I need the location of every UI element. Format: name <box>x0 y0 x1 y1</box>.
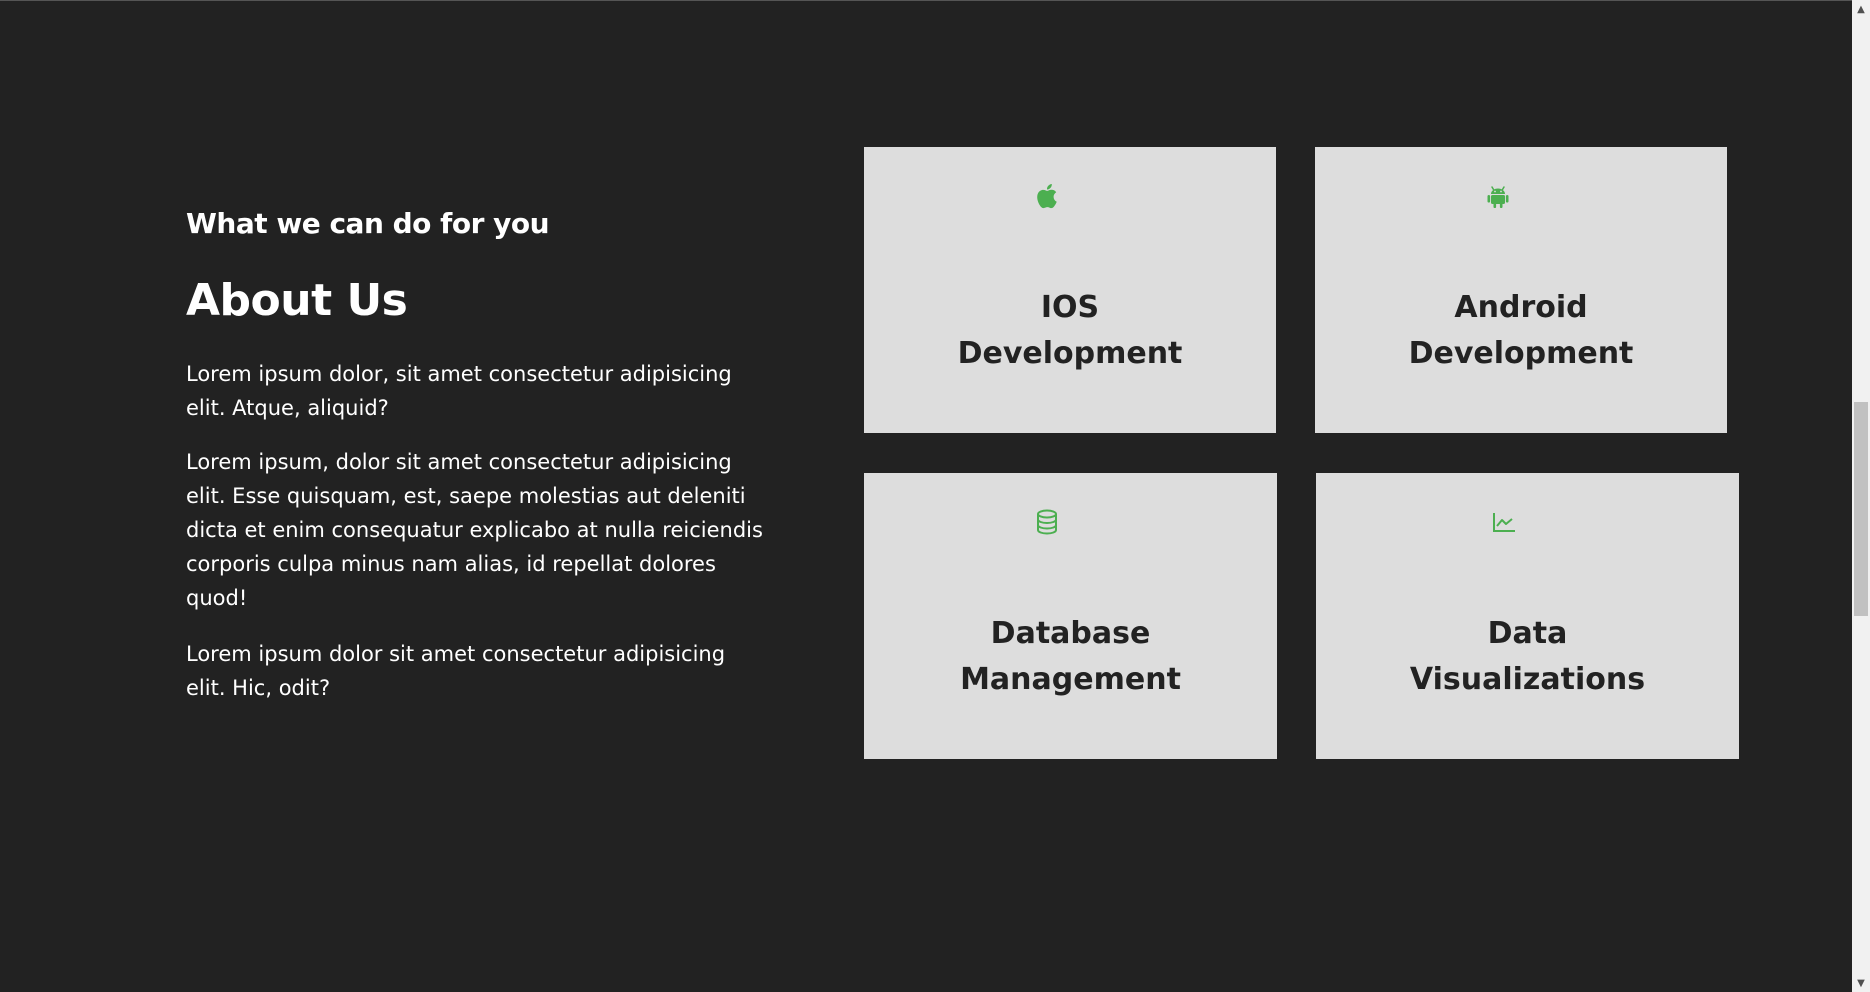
about-paragraph-3: Lorem ipsum dolor sit amet consectetur a… <box>186 642 726 700</box>
service-title-line: Android <box>1454 290 1588 325</box>
service-card-ios: IOS Development <box>864 147 1276 433</box>
scroll-up-arrow-icon[interactable]: ▲ <box>1852 0 1870 18</box>
scroll-down-arrow-icon[interactable]: ▼ <box>1852 974 1870 992</box>
page-viewport: What we can do for you About Us Lorem ip… <box>0 0 1852 992</box>
service-title-line: Data <box>1487 616 1568 651</box>
service-title-line: Development <box>1408 336 1634 371</box>
android-icon <box>1485 183 1511 209</box>
about-paragraph-1: Lorem ipsum dolor, sit amet consectetur … <box>186 362 732 420</box>
apple-icon <box>1034 183 1060 209</box>
scrollbar-thumb[interactable] <box>1854 402 1868 616</box>
service-card-data-visualizations: Data Visualizations <box>1316 473 1739 759</box>
service-title-line: Visualizations <box>1409 662 1646 697</box>
service-label-data-visualizations: Data Visualizations <box>1316 611 1739 703</box>
service-label-database: Database Management <box>864 611 1277 703</box>
service-title-line: IOS <box>1040 290 1100 325</box>
service-title-line: Management <box>960 662 1181 697</box>
service-title-line: Database <box>990 616 1151 651</box>
service-title-line: Development <box>957 336 1183 371</box>
service-card-android: Android Development <box>1315 147 1727 433</box>
section-title: About Us <box>186 275 408 326</box>
vertical-scrollbar[interactable]: ▲ ▼ <box>1852 0 1870 992</box>
service-label-android: Android Development <box>1315 285 1727 377</box>
about-paragraph-2: Lorem ipsum, dolor sit amet consectetur … <box>186 450 763 610</box>
service-card-database: Database Management <box>864 473 1277 759</box>
database-icon <box>1034 509 1060 535</box>
service-label-ios: IOS Development <box>864 285 1276 377</box>
section-subtitle: What we can do for you <box>186 207 550 240</box>
chart-line-icon <box>1491 509 1517 535</box>
